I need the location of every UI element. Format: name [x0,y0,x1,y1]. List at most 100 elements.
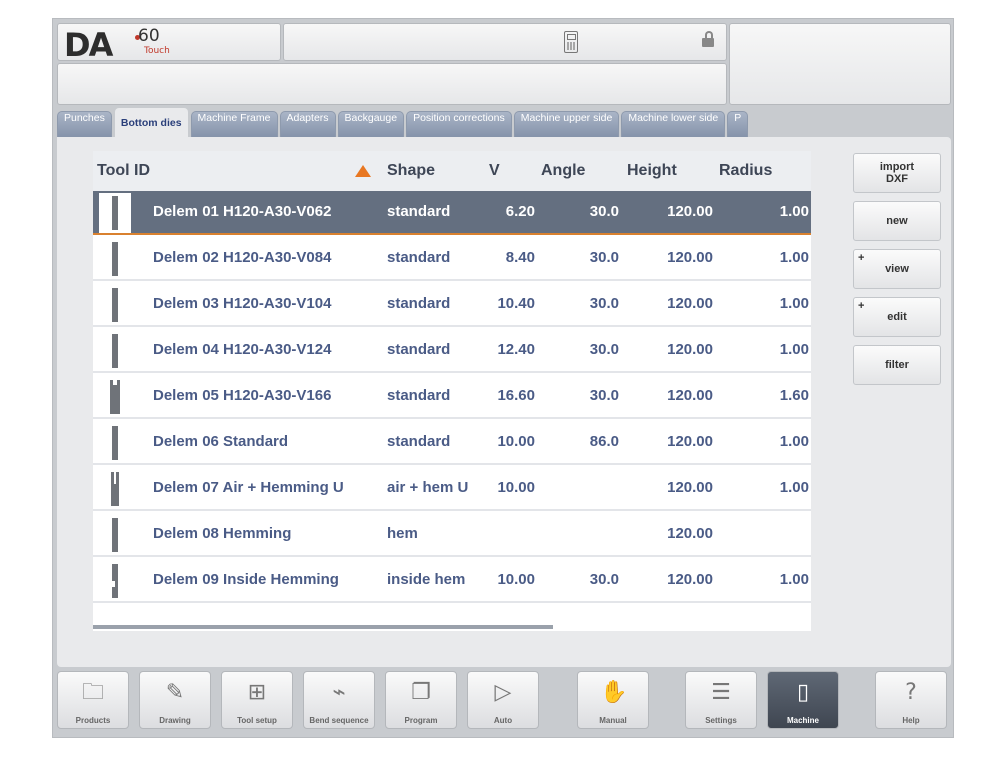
table-row[interactable]: Delem 01 H120-A30-V062 standard 6.20 30.0 12… [93,191,811,235]
cell-angle: 30.0 [589,387,619,404]
tab-machine-frame[interactable]: Machine Frame [190,111,278,137]
cell-height: 120.00 [667,295,713,312]
tool-table: Tool ID Shape V Angle Height Radius Dele… [93,151,811,631]
calculator-icon[interactable] [564,31,578,53]
tab-p[interactable]: P [727,111,749,137]
cell-angle: 86.0 [589,433,619,450]
nav-auto-button[interactable]: ▷ Auto [467,671,539,729]
nav-help-button[interactable]: ? Help [875,671,947,729]
header-height[interactable]: Height [627,162,677,180]
nav-tool-setup-button[interactable]: ⊞ Tool setup [221,671,293,729]
table-row[interactable]: Delem 09 Inside Hemming inside hem 10.00 30… [93,559,811,603]
nav-label: Bend sequence [309,716,369,725]
cell-radius: 1.00 [779,433,809,450]
table-row[interactable]: Delem 05 H120-A30-V166 standard 16.60 30.0 1… [93,375,811,419]
nav-label: Products [75,716,111,725]
nav-label: Tool setup [237,716,277,725]
nav-machine-button[interactable]: ▯ Machine [767,671,839,729]
header-tool-id[interactable]: Tool ID [97,162,150,180]
cell-tool-id: Delem 08 Hemming [153,525,292,542]
cell-v: 16.60 [497,387,535,404]
main-panel: Tool ID Shape V Angle Height Radius Dele… [57,137,951,667]
edit-button[interactable]: + edit [853,297,941,337]
table-row[interactable]: Delem 04 H120-A30-V124 standard 12.40 30.0 1… [93,329,811,373]
side-button-label: import DXF [879,161,915,185]
die-shape-icon [99,377,131,417]
tab-bar: Punches Bottom dies Machine Frame Adapters B… [57,107,951,137]
header-radius[interactable]: Radius [719,162,772,180]
die-shape-icon [99,285,131,325]
logo-edition: Touch [144,46,170,56]
cell-radius: 1.60 [779,387,809,404]
cell-shape: standard [387,249,451,266]
table-header: Tool ID Shape V Angle Height Radius [93,151,811,192]
nav-settings-button[interactable]: ☰ Settings [685,671,757,729]
table-row[interactable]: Delem 06 Standard standard 10.00 86.0 120.00… [93,421,811,465]
die-shape-icon [99,423,131,463]
cell-angle: 30.0 [589,295,619,312]
tab-machine-upper-side[interactable]: Machine upper side [513,111,620,137]
cell-tool-id: Delem 06 Standard [153,433,289,450]
nav-program-button[interactable]: ❐ Program [385,671,457,729]
cell-angle: 30.0 [589,341,619,358]
cell-height: 120.00 [667,203,713,220]
nav-manual-button[interactable]: ✋ Manual [577,671,649,729]
plus-icon: + [858,252,865,264]
folder-icon: 🗀 [81,680,104,705]
cell-v: 10.40 [497,295,535,312]
cell-height: 120.00 [667,571,713,588]
view-button[interactable]: + view [853,249,941,289]
tab-position-corrections[interactable]: Position corrections [406,111,512,137]
cell-radius: 1.00 [779,249,809,266]
filter-button[interactable]: filter [853,345,941,385]
cell-radius: 1.00 [779,341,809,358]
cell-tool-id: Delem 04 H120-A30-V124 [153,341,332,358]
table-row[interactable]: Delem 02 H120-A30-V084 standard 8.40 30.0 12… [93,237,811,281]
cell-height: 120.00 [667,387,713,404]
cell-radius: 1.00 [779,479,809,496]
bend-sequence-icon: ⌁ [332,680,346,705]
nav-bend-sequence-button[interactable]: ⌁ Bend sequence [303,671,375,729]
logo-model: 60 [138,26,160,46]
help-icon: ? [905,680,917,705]
nav-drawing-button[interactable]: ✎ Drawing [139,671,211,729]
tab-bottom-dies[interactable]: Bottom dies [113,107,189,137]
header-shape[interactable]: Shape [387,162,435,180]
cell-tool-id: Delem 03 H120-A30-V104 [153,295,332,312]
header-angle[interactable]: Angle [541,162,585,180]
tab-backgauge[interactable]: Backgauge [337,111,405,137]
cell-angle: 30.0 [589,203,619,220]
table-row[interactable]: Delem 03 H120-A30-V104 standard 10.40 30.0 1… [93,283,811,327]
cell-tool-id: Delem 05 H120-A30-V166 [153,387,332,404]
cell-tool-id: Delem 07 Air + Hemming U [153,479,344,496]
nav-label: Program [404,716,438,725]
new-button[interactable]: new [853,201,941,241]
nav-products-button[interactable]: 🗀 Products [57,671,129,729]
horizontal-scrollbar[interactable] [93,625,553,629]
die-shape-icon [99,193,131,233]
cell-height: 120.00 [667,341,713,358]
nav-label: Manual [599,716,627,725]
tab-punches[interactable]: Punches [57,111,112,137]
die-shape-icon [99,239,131,279]
cell-v: 10.00 [497,479,535,496]
nav-label: Auto [493,716,513,725]
cell-shape: standard [387,295,451,312]
lock-icon[interactable] [702,31,714,47]
table-row[interactable]: Delem 08 Hemming hem 120.00 [93,513,811,557]
cell-height: 120.00 [667,433,713,450]
cell-height: 120.00 [667,249,713,266]
drawing-icon: ✎ [165,680,185,705]
cell-radius: 1.00 [779,295,809,312]
header-v[interactable]: V [489,162,500,180]
side-button-label: edit [887,311,907,323]
nav-label: Settings [705,716,737,725]
import-dxf-button[interactable]: import DXF [853,153,941,193]
tab-adapters[interactable]: Adapters [279,111,336,137]
tab-machine-lower-side[interactable]: Machine lower side [621,111,726,137]
table-row[interactable]: Delem 07 Air + Hemming U air + hem U 10.00… [93,467,811,511]
header-right-panel [729,23,951,105]
die-shape-icon [99,331,131,371]
nav-label: Machine [786,716,819,725]
hand-icon: ✋ [600,680,628,705]
